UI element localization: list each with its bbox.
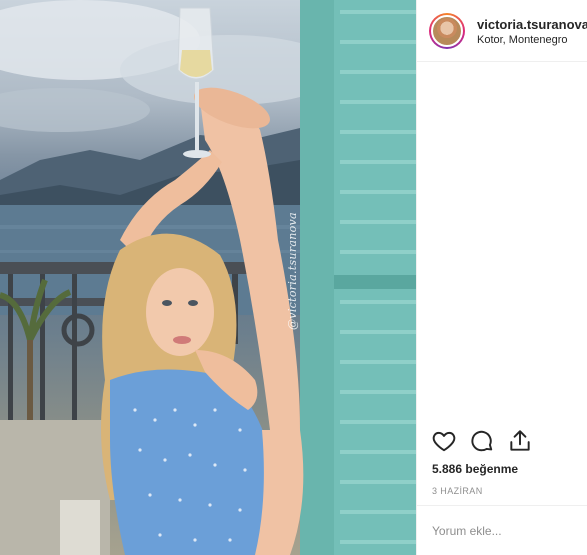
avatar[interactable] — [429, 13, 465, 49]
location-link[interactable]: Kotor, Montenegro — [477, 34, 568, 46]
post-header: victoria.tsuranova Kotor, Montenegro — [417, 0, 587, 62]
post-date: 3 HAZİRAN — [432, 486, 483, 496]
username-link[interactable]: victoria.tsuranova — [477, 17, 587, 32]
post-photo[interactable]: @victoria.tsuranova — [0, 0, 416, 555]
comment-icon[interactable] — [469, 428, 495, 454]
post-actions — [431, 428, 581, 454]
photo-illustration — [0, 0, 416, 555]
share-icon[interactable] — [507, 428, 533, 454]
comment-input[interactable] — [432, 524, 582, 538]
post-sidebar: victoria.tsuranova Kotor, Montenegro 5.8… — [416, 0, 587, 555]
like-count[interactable]: 5.886 beğenme — [432, 462, 518, 476]
photo-watermark: @victoria.tsuranova — [286, 212, 299, 330]
comment-area — [417, 505, 587, 555]
heart-icon[interactable] — [431, 428, 457, 454]
